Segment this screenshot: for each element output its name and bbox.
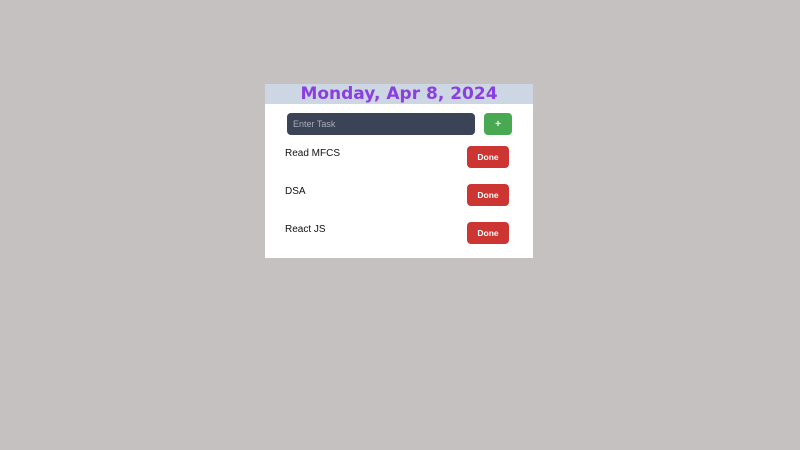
todo-card: Monday, Apr 8, 2024 + Read MFCS Done DSA… xyxy=(265,84,533,258)
done-button[interactable]: Done xyxy=(467,222,509,244)
task-input-row: + xyxy=(287,113,512,135)
add-task-button[interactable]: + xyxy=(484,113,512,135)
task-item: DSA Done xyxy=(285,184,509,222)
date-title: Monday, Apr 8, 2024 xyxy=(300,84,498,104)
task-label: Read MFCS xyxy=(285,148,341,159)
task-label: DSA xyxy=(285,186,306,197)
task-list: Read MFCS Done DSA Done React JS Done xyxy=(285,146,509,260)
done-button[interactable]: Done xyxy=(467,184,509,206)
task-item: React JS Done xyxy=(285,222,509,260)
task-input[interactable] xyxy=(287,113,475,135)
task-label: React JS xyxy=(285,224,326,235)
date-header: Monday, Apr 8, 2024 xyxy=(265,84,533,104)
done-button[interactable]: Done xyxy=(467,146,509,168)
task-item: Read MFCS Done xyxy=(285,146,509,184)
